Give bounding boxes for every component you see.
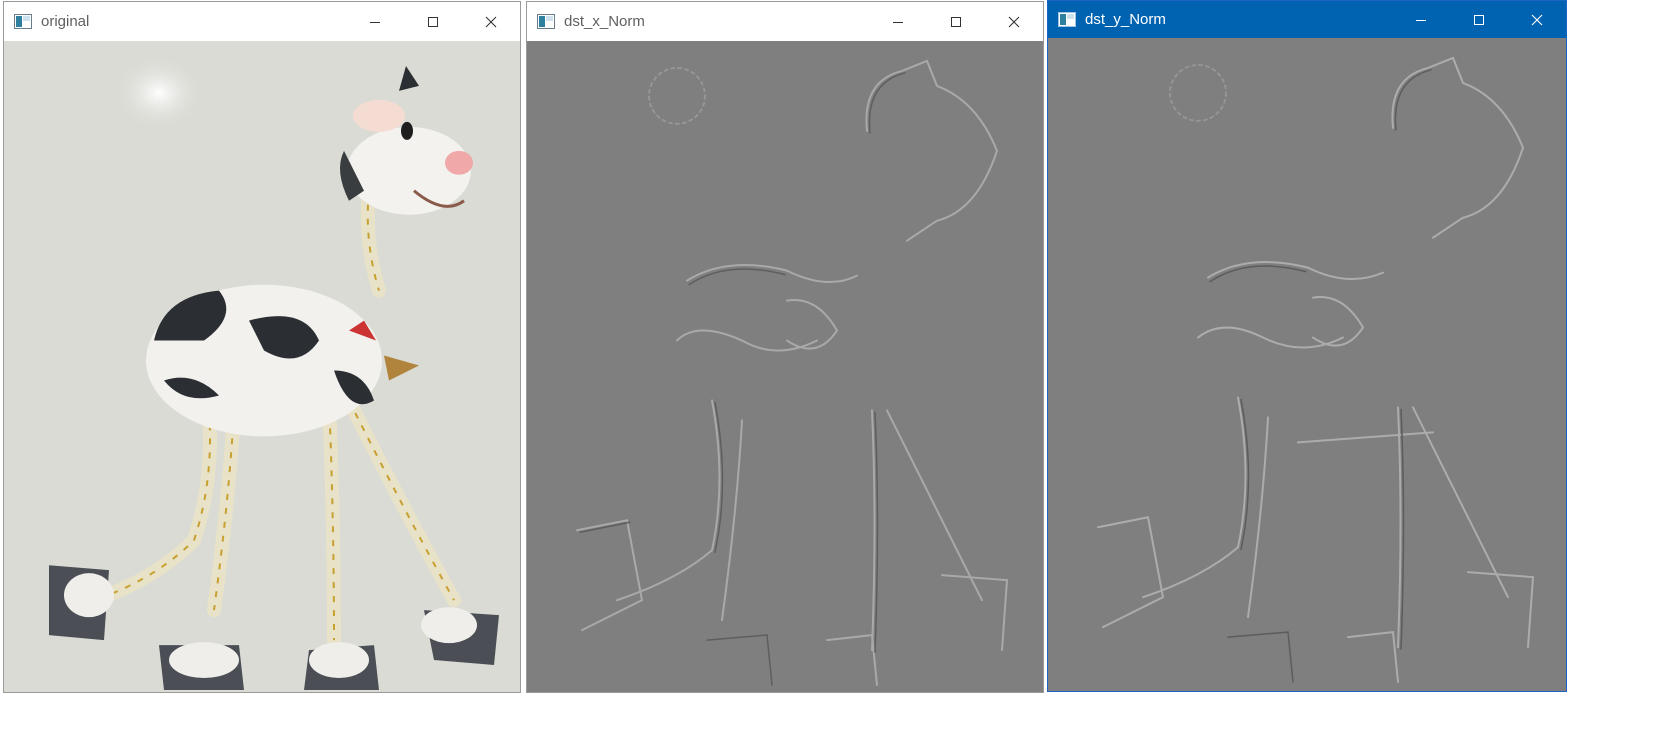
close-button[interactable]	[985, 2, 1043, 41]
minimize-icon	[1416, 19, 1426, 21]
title-bar[interactable]: dst_x_Norm	[527, 2, 1043, 41]
maximize-icon	[951, 16, 961, 27]
minimize-button[interactable]	[869, 2, 927, 41]
window-dst-x-norm[interactable]: dst_x_Norm	[526, 1, 1044, 693]
close-icon	[1008, 16, 1020, 27]
window-dst-y-norm[interactable]: dst_y_Norm	[1047, 0, 1567, 692]
image-dst-x-norm	[527, 41, 1043, 692]
minimize-icon	[893, 21, 903, 23]
title-bar[interactable]: original	[4, 2, 520, 41]
maximize-icon	[1474, 14, 1484, 25]
image-dst-y-norm	[1048, 38, 1566, 691]
window-title: original	[41, 13, 90, 30]
app-icon	[1058, 12, 1076, 28]
close-button[interactable]	[1508, 1, 1566, 38]
close-icon	[485, 16, 497, 27]
close-icon	[1531, 14, 1543, 25]
minimize-button[interactable]	[346, 2, 404, 41]
maximize-button[interactable]	[404, 2, 462, 41]
maximize-button[interactable]	[1450, 1, 1508, 38]
close-button[interactable]	[462, 2, 520, 41]
window-title: dst_x_Norm	[564, 13, 645, 30]
minimize-button[interactable]	[1392, 1, 1450, 38]
app-icon	[14, 14, 32, 30]
app-icon	[537, 14, 555, 30]
maximize-button[interactable]	[927, 2, 985, 41]
window-original[interactable]: original	[3, 1, 521, 693]
maximize-icon	[428, 16, 438, 27]
title-bar[interactable]: dst_y_Norm	[1048, 1, 1566, 38]
image-original	[4, 41, 520, 692]
window-title: dst_y_Norm	[1085, 11, 1166, 28]
minimize-icon	[370, 21, 380, 23]
